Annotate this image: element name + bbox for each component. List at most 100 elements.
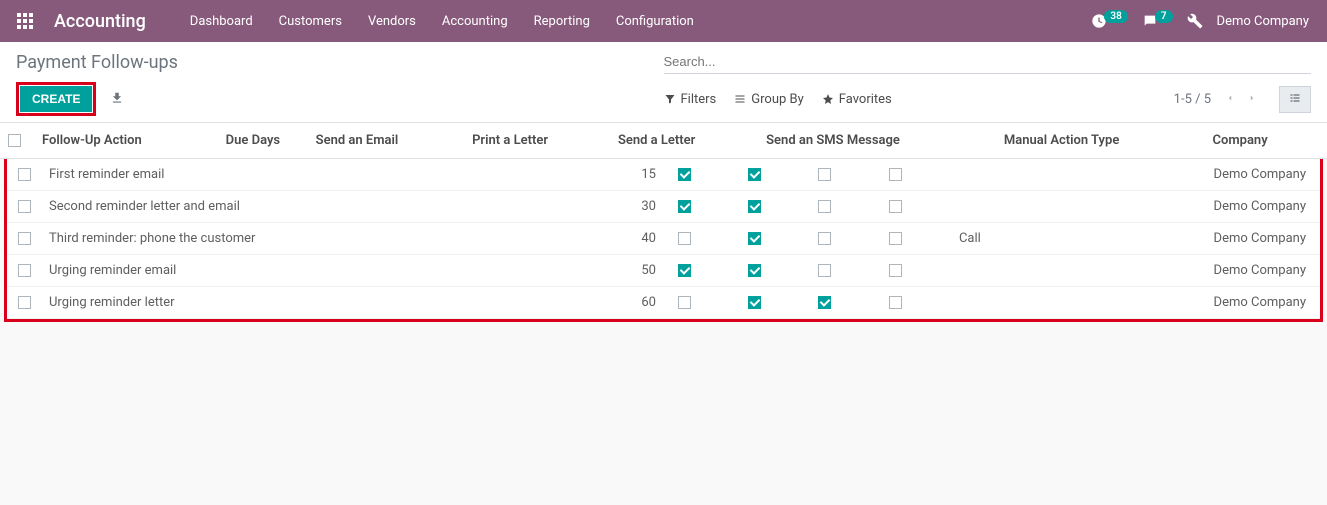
th-print[interactable]: Print a Letter (464, 123, 610, 159)
checkbox-icon[interactable] (889, 168, 902, 181)
pager-prev[interactable] (1219, 88, 1241, 111)
cell-action: Urging reminder email (41, 255, 580, 287)
breadcrumb: Payment Follow-ups (16, 52, 664, 73)
checkbox-icon[interactable] (678, 232, 691, 245)
checkbox-icon[interactable] (818, 200, 831, 213)
checkbox-icon[interactable] (889, 296, 902, 309)
cell-send-letter (810, 287, 880, 319)
checkbox-icon[interactable] (818, 264, 831, 277)
cell-manual (951, 287, 1043, 319)
checkbox-icon[interactable] (18, 168, 31, 181)
export-button[interactable] (106, 87, 128, 112)
cell-manual: Call (951, 223, 1043, 255)
th-company[interactable]: Company (1204, 123, 1327, 159)
menu-vendors[interactable]: Vendors (358, 8, 426, 35)
checkbox-icon[interactable] (748, 296, 761, 309)
checkbox-icon[interactable] (818, 168, 831, 181)
create-button[interactable]: Create (20, 86, 92, 112)
company-switcher[interactable]: Demo Company (1217, 14, 1309, 29)
activities-button[interactable]: 38 (1091, 13, 1127, 29)
checkbox-icon[interactable] (678, 264, 691, 277)
th-action[interactable]: Follow-Up Action (34, 123, 218, 159)
checkbox-icon[interactable] (18, 200, 31, 213)
table-row[interactable]: Urging reminder email50Demo Company (7, 255, 1320, 287)
checkbox-icon[interactable] (889, 200, 902, 213)
cell-sms (881, 191, 951, 223)
table-row[interactable]: Urging reminder letter60 Demo Company (7, 287, 1320, 319)
cell-company: Demo Company (1043, 287, 1320, 319)
menu-reporting[interactable]: Reporting (524, 8, 600, 35)
control-panel: Payment Follow-ups Create Filters Group … (0, 42, 1327, 123)
cell-company: Demo Company (1043, 255, 1320, 287)
th-email[interactable]: Send an Email (308, 123, 464, 159)
checkbox-icon[interactable] (818, 296, 831, 309)
followup-table: Follow-Up Action Due Days Send an Email … (0, 123, 1327, 159)
nav-right: 38 7 Demo Company (1091, 13, 1319, 29)
main-menu: Dashboard Customers Vendors Accounting R… (180, 8, 704, 35)
app-name[interactable]: Accounting (42, 11, 180, 32)
debug-icon[interactable] (1187, 13, 1203, 29)
search-input[interactable] (664, 50, 1312, 74)
list-view-button[interactable] (1279, 86, 1311, 113)
filters-label: Filters (681, 92, 717, 107)
cell-print (740, 223, 810, 255)
messages-button[interactable]: 7 (1142, 13, 1173, 29)
cell-company: Demo Company (1043, 223, 1320, 255)
checkbox-icon[interactable] (889, 232, 902, 245)
cell-print (740, 287, 810, 319)
checkbox-icon[interactable] (678, 296, 691, 309)
cell-print (740, 159, 810, 191)
cell-due: 60 (580, 287, 670, 319)
checkbox-icon[interactable] (18, 296, 31, 309)
groupby-button[interactable]: Group By (734, 92, 804, 107)
favorites-button[interactable]: Favorites (822, 92, 892, 107)
select-all-checkbox[interactable] (8, 134, 21, 147)
cell-due: 15 (580, 159, 670, 191)
cell-email (670, 255, 740, 287)
checkbox-icon[interactable] (748, 200, 761, 213)
menu-accounting[interactable]: Accounting (432, 8, 518, 35)
checkbox-icon[interactable] (18, 264, 31, 277)
table-row[interactable]: Third reminder: phone the customer40Call… (7, 223, 1320, 255)
th-send-letter[interactable]: Send a Letter (610, 123, 758, 159)
checkbox-icon[interactable] (748, 168, 761, 181)
activities-count: 38 (1104, 10, 1127, 23)
cell-send-letter (810, 159, 880, 191)
cell-email (670, 223, 740, 255)
cell-action: Urging reminder letter (41, 287, 580, 319)
menu-customers[interactable]: Customers (269, 8, 352, 35)
filters-button[interactable]: Filters (664, 92, 717, 107)
th-sms[interactable]: Send an SMS Message (758, 123, 996, 159)
favorites-label: Favorites (839, 92, 892, 107)
cell-sms (881, 159, 951, 191)
cell-send-letter (810, 255, 880, 287)
main-area: Follow-Up Action Due Days Send an Email … (0, 123, 1327, 322)
cell-due: 30 (580, 191, 670, 223)
cell-sms (881, 255, 951, 287)
th-manual[interactable]: Manual Action Type (996, 123, 1205, 159)
checkbox-icon[interactable] (818, 232, 831, 245)
cell-email (670, 159, 740, 191)
menu-configuration[interactable]: Configuration (606, 8, 704, 35)
cell-action: First reminder email (41, 159, 580, 191)
checkbox-icon[interactable] (889, 264, 902, 277)
pager-next[interactable] (1241, 88, 1263, 111)
checkbox-icon[interactable] (748, 232, 761, 245)
checkbox-icon[interactable] (678, 168, 691, 181)
checkbox-icon[interactable] (748, 264, 761, 277)
pager-range: 1-5 / 5 (1174, 92, 1211, 107)
th-due[interactable]: Due Days (218, 123, 308, 159)
messages-count: 7 (1155, 10, 1173, 23)
cell-sms (881, 287, 951, 319)
cell-company: Demo Company (1043, 159, 1320, 191)
menu-dashboard[interactable]: Dashboard (180, 8, 263, 35)
cell-manual (951, 191, 1043, 223)
table-row[interactable]: First reminder email15 Demo Company (7, 159, 1320, 191)
table-row[interactable]: Second reminder letter and email30Demo C… (7, 191, 1320, 223)
checkbox-icon[interactable] (678, 200, 691, 213)
cell-due: 40 (580, 223, 670, 255)
checkbox-icon[interactable] (18, 232, 31, 245)
groupby-label: Group By (751, 92, 804, 107)
cell-email (670, 191, 740, 223)
apps-icon[interactable] (8, 13, 42, 29)
